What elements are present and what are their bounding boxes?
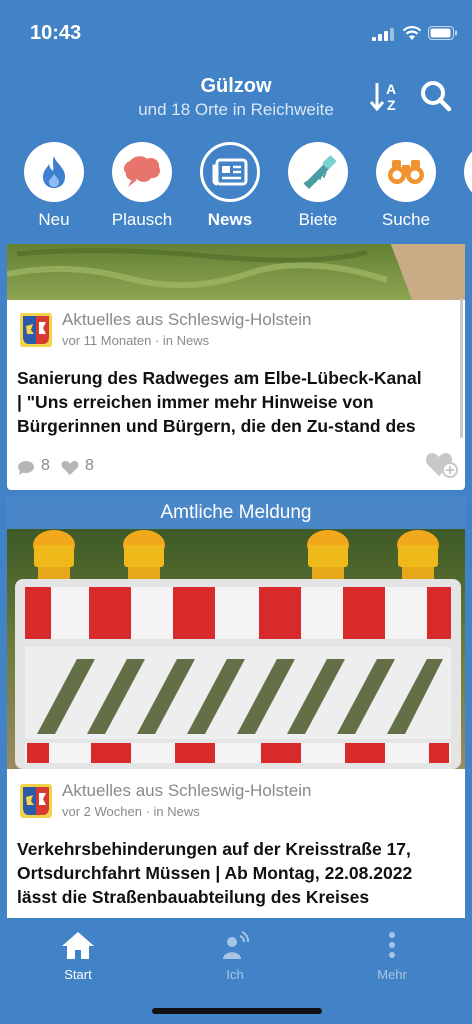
app-header: Gülzow und 18 Orte in Reichweite A Z bbox=[0, 66, 472, 136]
category-label: Biete bbox=[298, 210, 338, 229]
headline-line: | "Uns erreichen immer mehr Hinweise von bbox=[17, 392, 374, 412]
newspaper-icon bbox=[212, 158, 248, 186]
home-indicator[interactable] bbox=[152, 1008, 322, 1014]
category-circle bbox=[288, 142, 348, 202]
category-suche[interactable]: Suche bbox=[366, 142, 446, 230]
category-plausch[interactable]: Plausch bbox=[102, 142, 182, 230]
category-biete[interactable]: Biete bbox=[278, 142, 358, 230]
tab-label: Mehr bbox=[377, 967, 407, 982]
sh-crest-icon bbox=[20, 784, 52, 818]
search-icon[interactable] bbox=[418, 78, 454, 114]
scrollbar[interactable] bbox=[460, 298, 463, 438]
more-vertical-icon bbox=[389, 932, 395, 958]
heart-icon bbox=[61, 461, 79, 475]
post-source[interactable]: Aktuelles aus Schleswig-Holstein vor 2 W… bbox=[19, 781, 459, 821]
tab-mehr[interactable]: Mehr bbox=[342, 930, 442, 982]
category-label: E bbox=[454, 210, 472, 230]
comment-count: 8 bbox=[41, 457, 50, 474]
svg-text:Z: Z bbox=[387, 97, 396, 113]
tab-ich[interactable]: Ich bbox=[185, 930, 285, 982]
tab-label: Ich bbox=[226, 967, 244, 982]
saw-icon bbox=[303, 155, 336, 189]
category-next[interactable]: E bbox=[454, 142, 472, 230]
post-meta: vor 2 Wochen · in News bbox=[62, 804, 200, 819]
bottom-tab-bar: Start Ich Mehr bbox=[0, 918, 472, 1024]
category-news[interactable]: News bbox=[190, 142, 270, 230]
post-card[interactable]: Aktuelles aus Schleswig-Holstein vor 11 … bbox=[7, 244, 465, 490]
comment-icon bbox=[18, 461, 34, 475]
post-image bbox=[7, 529, 465, 769]
category-circle bbox=[24, 142, 84, 202]
category-circle bbox=[112, 142, 172, 202]
news-feed[interactable]: Aktuelles aus Schleswig-Holstein vor 11 … bbox=[0, 244, 472, 918]
post-card[interactable]: Amtliche Meldung Aktuelles aus Schleswig… bbox=[7, 497, 465, 918]
category-label: News bbox=[207, 210, 253, 229]
post-meta: vor 11 Monaten · in News bbox=[62, 333, 210, 348]
like-count: 8 bbox=[85, 457, 94, 474]
tab-start[interactable]: Start bbox=[28, 930, 128, 982]
headline-line: lässt die Straßenbauabteilung des Kreise… bbox=[17, 887, 370, 907]
status-bar: 10:43 bbox=[0, 0, 472, 64]
status-time: 10:43 bbox=[30, 22, 82, 44]
user-broadcast-icon bbox=[223, 931, 250, 959]
post-source[interactable]: Aktuelles aus Schleswig-Holstein vor 11 … bbox=[19, 310, 459, 350]
sh-crest-icon bbox=[20, 313, 52, 347]
post-headline[interactable]: Sanierung des Radweges am Elbe-Lübeck-Ka… bbox=[17, 366, 457, 438]
post-source-name: Aktuelles aus Schleswig-Holstein bbox=[62, 781, 312, 800]
category-bar: Neu Plausch News Biete Suche bbox=[0, 142, 472, 242]
category-circle bbox=[200, 142, 260, 202]
svg-text:A: A bbox=[386, 81, 396, 97]
add-favorite-icon[interactable] bbox=[425, 449, 459, 479]
post-stats: 8 8 bbox=[17, 457, 137, 479]
headline-line: Sanierung des Radweges am Elbe-Lübeck-Ka… bbox=[17, 368, 422, 388]
flame-icon bbox=[43, 156, 65, 188]
speech-bubble-icon bbox=[123, 156, 161, 187]
headline-line: Verkehrsbehinderungen auf der Kreisstraß… bbox=[17, 839, 411, 859]
category-circle bbox=[464, 142, 472, 202]
binoculars-icon bbox=[388, 160, 424, 184]
signal-icon bbox=[372, 28, 394, 41]
category-label: Neu bbox=[38, 210, 70, 229]
battery-icon bbox=[428, 26, 457, 40]
wifi-icon bbox=[402, 26, 422, 40]
headline-line: Bürgerinnen und Bürgern, die den Zu-stan… bbox=[17, 416, 416, 436]
category-label: Suche bbox=[381, 210, 431, 229]
post-source-name: Aktuelles aus Schleswig-Holstein bbox=[62, 310, 312, 329]
sort-alpha-icon[interactable]: A Z bbox=[368, 78, 404, 114]
category-label: Plausch bbox=[111, 210, 173, 229]
category-circle bbox=[376, 142, 436, 202]
home-icon bbox=[62, 932, 94, 959]
category-neu[interactable]: Neu bbox=[14, 142, 94, 230]
official-notice-banner: Amtliche Meldung bbox=[7, 497, 465, 529]
headline-line: Ortsdurchfahrt Müssen | Ab Montag, 22.08… bbox=[17, 863, 413, 883]
post-image bbox=[7, 244, 465, 300]
tab-label: Start bbox=[64, 967, 92, 982]
post-headline[interactable]: Verkehrsbehinderungen auf der Kreisstraß… bbox=[17, 837, 457, 909]
